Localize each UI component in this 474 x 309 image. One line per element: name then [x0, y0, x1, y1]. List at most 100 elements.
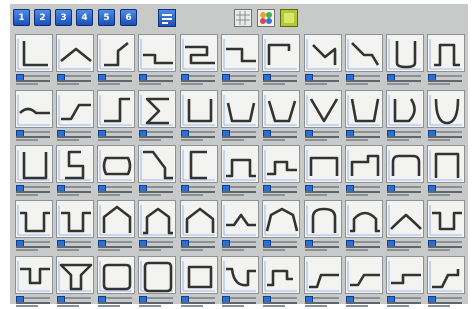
profile-tile[interactable] — [427, 200, 465, 252]
page-3-button[interactable]: 3 — [55, 9, 72, 26]
profile-thumbnail[interactable] — [304, 34, 342, 72]
profile-thumbnail[interactable] — [56, 200, 94, 238]
profile-thumbnail[interactable] — [97, 200, 135, 238]
profile-tile[interactable] — [138, 256, 176, 308]
profile-tile[interactable] — [427, 256, 465, 308]
profile-tile[interactable] — [345, 145, 383, 197]
palette-tool[interactable] — [257, 9, 275, 27]
profile-tile[interactable] — [345, 90, 383, 142]
profile-tile[interactable] — [15, 256, 53, 308]
profile-thumbnail[interactable] — [221, 34, 259, 72]
profile-tile[interactable] — [304, 200, 342, 252]
fill-tool[interactable] — [280, 9, 298, 27]
profile-thumbnail[interactable] — [221, 90, 259, 128]
profile-tile[interactable] — [304, 145, 342, 197]
profile-tile[interactable] — [138, 145, 176, 197]
profile-tile[interactable] — [262, 90, 300, 142]
profile-thumbnail[interactable] — [221, 145, 259, 183]
profile-tile[interactable] — [221, 90, 259, 142]
profile-tile[interactable] — [15, 200, 53, 252]
view-list-tool[interactable] — [158, 9, 176, 27]
profile-thumbnail[interactable] — [97, 34, 135, 72]
profile-thumbnail[interactable] — [386, 200, 424, 238]
profile-tile[interactable] — [97, 256, 135, 308]
profile-thumbnail[interactable] — [304, 145, 342, 183]
page-6-button[interactable]: 6 — [120, 9, 137, 26]
profile-tile[interactable] — [180, 145, 218, 197]
profile-tile[interactable] — [221, 256, 259, 308]
profile-thumbnail[interactable] — [386, 90, 424, 128]
profile-thumbnail[interactable] — [138, 90, 176, 128]
profile-thumbnail[interactable] — [180, 256, 218, 294]
profile-thumbnail[interactable] — [221, 200, 259, 238]
profile-thumbnail[interactable] — [15, 145, 53, 183]
profile-thumbnail[interactable] — [180, 145, 218, 183]
profile-thumbnail[interactable] — [345, 90, 383, 128]
profile-tile[interactable] — [97, 34, 135, 86]
profile-tile[interactable] — [180, 200, 218, 252]
profile-tile[interactable] — [304, 256, 342, 308]
profile-thumbnail[interactable] — [262, 90, 300, 128]
profile-thumbnail[interactable] — [138, 200, 176, 238]
profile-tile[interactable] — [97, 145, 135, 197]
profile-tile[interactable] — [262, 200, 300, 252]
profile-thumbnail[interactable] — [138, 256, 176, 294]
profile-tile[interactable] — [56, 34, 94, 86]
profile-tile[interactable] — [304, 34, 342, 86]
profile-tile[interactable] — [221, 200, 259, 252]
profile-thumbnail[interactable] — [386, 256, 424, 294]
profile-thumbnail[interactable] — [304, 200, 342, 238]
profile-tile[interactable] — [386, 145, 424, 197]
profile-thumbnail[interactable] — [97, 256, 135, 294]
page-2-button[interactable]: 2 — [34, 9, 51, 26]
profile-thumbnail[interactable] — [345, 145, 383, 183]
page-5-button[interactable]: 5 — [98, 9, 115, 26]
view-grid-tool[interactable] — [234, 9, 252, 27]
page-4-button[interactable]: 4 — [76, 9, 93, 26]
profile-tile[interactable] — [180, 90, 218, 142]
profile-tile[interactable] — [97, 200, 135, 252]
profile-tile[interactable] — [56, 200, 94, 252]
profile-tile[interactable] — [56, 90, 94, 142]
profile-tile[interactable] — [15, 90, 53, 142]
profile-tile[interactable] — [345, 256, 383, 308]
page-1-button[interactable]: 1 — [13, 9, 30, 26]
profile-tile[interactable] — [386, 34, 424, 86]
profile-tile[interactable] — [304, 90, 342, 142]
profile-thumbnail[interactable] — [304, 90, 342, 128]
profile-tile[interactable] — [138, 90, 176, 142]
profile-thumbnail[interactable] — [427, 256, 465, 294]
profile-tile[interactable] — [386, 90, 424, 142]
profile-thumbnail[interactable] — [262, 34, 300, 72]
profile-tile[interactable] — [56, 145, 94, 197]
profile-tile[interactable] — [262, 145, 300, 197]
profile-tile[interactable] — [97, 90, 135, 142]
profile-thumbnail[interactable] — [15, 256, 53, 294]
profile-thumbnail[interactable] — [427, 145, 465, 183]
profile-tile[interactable] — [427, 90, 465, 142]
profile-thumbnail[interactable] — [386, 34, 424, 72]
profile-thumbnail[interactable] — [15, 34, 53, 72]
profile-thumbnail[interactable] — [138, 34, 176, 72]
profile-thumbnail[interactable] — [427, 200, 465, 238]
profile-thumbnail[interactable] — [56, 34, 94, 72]
profile-tile[interactable] — [15, 34, 53, 86]
profile-thumbnail[interactable] — [427, 90, 465, 128]
profile-tile[interactable] — [138, 34, 176, 86]
profile-tile[interactable] — [221, 34, 259, 86]
profile-thumbnail[interactable] — [345, 200, 383, 238]
profile-tile[interactable] — [386, 200, 424, 252]
profile-tile[interactable] — [386, 256, 424, 308]
profile-tile[interactable] — [180, 34, 218, 86]
profile-thumbnail[interactable] — [56, 145, 94, 183]
profile-thumbnail[interactable] — [221, 256, 259, 294]
profile-thumbnail[interactable] — [386, 145, 424, 183]
profile-tile[interactable] — [56, 256, 94, 308]
profile-thumbnail[interactable] — [138, 145, 176, 183]
profile-tile[interactable] — [345, 34, 383, 86]
profile-thumbnail[interactable] — [56, 256, 94, 294]
profile-thumbnail[interactable] — [56, 90, 94, 128]
profile-tile[interactable] — [427, 145, 465, 197]
profile-thumbnail[interactable] — [345, 34, 383, 72]
profile-thumbnail[interactable] — [180, 90, 218, 128]
